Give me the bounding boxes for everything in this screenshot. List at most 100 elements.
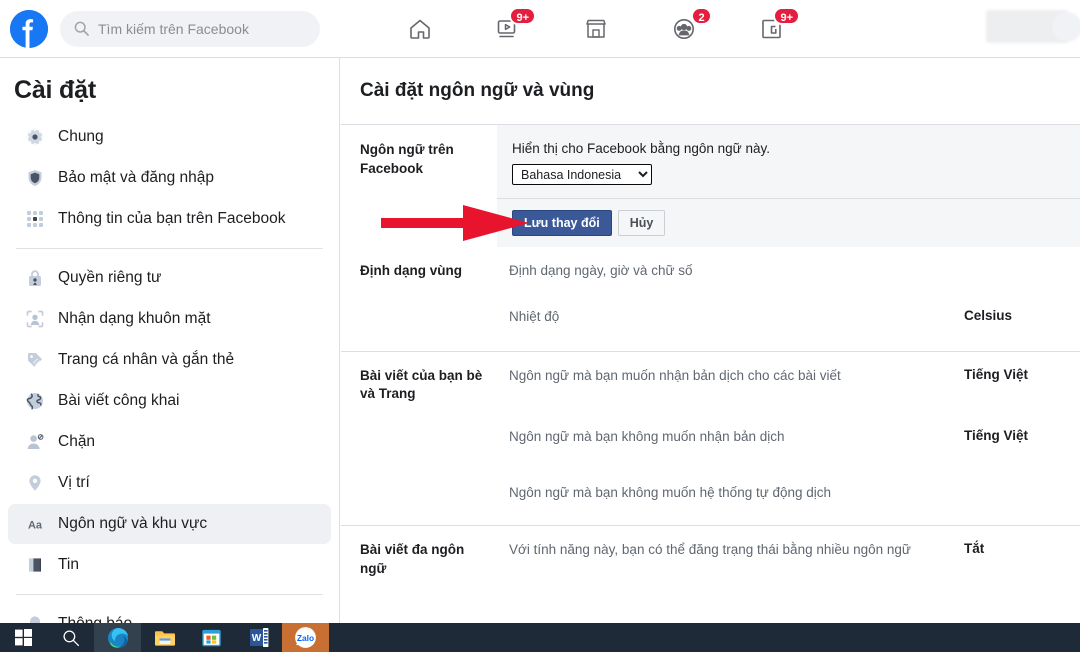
video-badge: 9+: [509, 7, 536, 25]
row-description[interactable]: Định dạng ngày, giờ và chữ số: [497, 247, 952, 293]
table-row: Nhiệt độ Celsius: [341, 293, 1080, 351]
row-label: Định dạng vùng: [341, 247, 497, 293]
groups-badge: 2: [691, 7, 712, 25]
save-changes-button[interactable]: Lưu thay đổi: [512, 210, 612, 236]
facebook-top-navigation-bar: 9+ 2: [0, 0, 1080, 58]
table-row: Ngôn ngữ mà bạn không muốn nhận bản dịch…: [341, 413, 1080, 469]
row-label: [341, 413, 497, 469]
sidebar-item-label: Vị trí: [58, 474, 90, 492]
facebook-language-settings-screen: 9+ 2: [0, 0, 1080, 652]
sidebar-item-nhan-dang-khuon-mat[interactable]: Nhận dạng khuôn mặt: [8, 299, 331, 339]
nav-home-button[interactable]: [376, 5, 464, 53]
sidebar-item-label: Bảo mật và đăng nhập: [58, 169, 214, 187]
page-title: Cài đặt: [0, 68, 339, 117]
row-value: Tắt: [952, 526, 1080, 587]
taskbar-word-icon[interactable]: W: [235, 623, 282, 652]
row-value: [952, 469, 1080, 525]
shield-icon: [24, 167, 46, 189]
sidebar-item-chung[interactable]: Chung: [8, 117, 331, 157]
taskbar-file-explorer-icon[interactable]: [141, 623, 188, 652]
gear-icon: [24, 126, 46, 148]
windows-start-icon[interactable]: [0, 623, 47, 652]
sidebar-item-label: Tin: [58, 556, 79, 574]
globe-icon: [24, 390, 46, 412]
taskbar-edge-browser-icon[interactable]: [94, 623, 141, 652]
table-row: Ngôn ngữ mà bạn không muốn hệ thống tự đ…: [341, 469, 1080, 525]
sidebar-item-label: Ngôn ngữ và khu vực: [58, 515, 207, 533]
row-description[interactable]: Ngôn ngữ mà bạn không muốn nhận bản dịch: [497, 413, 952, 469]
facebook-logo[interactable]: [10, 10, 48, 48]
row-label: Bài viết đa ngôn ngữ: [341, 526, 497, 587]
nav-marketplace-button[interactable]: [552, 5, 640, 53]
language-action-buttons: Lưu thay đổi Hủy: [497, 199, 1080, 247]
lock-icon: [24, 267, 46, 289]
cancel-button[interactable]: Hủy: [618, 210, 666, 236]
row-value: Tiếng Việt: [952, 413, 1080, 469]
nav-groups-button[interactable]: 2: [640, 5, 728, 53]
row-description[interactable]: Với tính năng này, bạn có thể đăng trạng…: [497, 526, 952, 587]
sidebar-item-label: Bài viết công khai: [58, 392, 180, 410]
taskbar-microsoft-store-icon[interactable]: [188, 623, 235, 652]
row-label: [341, 469, 497, 525]
language-aa-icon: Aa: [24, 513, 46, 535]
row-description[interactable]: Nhiệt độ: [497, 293, 952, 351]
marketplace-icon: [583, 16, 609, 42]
sidebar-item-label: Thông tin của bạn trên Facebook: [58, 210, 285, 228]
sidebar-item-label: Thông báo: [58, 615, 132, 623]
sidebar-item-bao-mat[interactable]: Bảo mật và đăng nhập: [8, 158, 331, 198]
settings-sidebar: Cài đặt Chung: [0, 58, 340, 623]
row-value: Tiếng Việt: [952, 352, 1080, 413]
search-icon: [74, 21, 89, 36]
nav-gaming-button[interactable]: 9+: [728, 5, 816, 53]
settings-main-content: Cài đặt ngôn ngữ và vùng Ngôn ngữ trên F…: [341, 58, 1080, 623]
row-label: Bài viết của bạn bè và Trang: [341, 352, 497, 413]
taskbar-search-icon[interactable]: [47, 623, 94, 652]
table-row: Bài viết của bạn bè và Trang Ngôn ngữ mà…: [341, 352, 1080, 413]
nav-video-button[interactable]: 9+: [464, 5, 552, 53]
sidebar-item-label: Chung: [58, 128, 104, 146]
sidebar-divider: [16, 248, 323, 249]
facebook-language-panel: Hiển thị cho Facebook bằng ngôn ngữ này.…: [497, 125, 1080, 247]
sidebar-item-ngon-ngu-va-khu-vuc[interactable]: Aa Ngôn ngữ và khu vực: [8, 504, 331, 544]
person-block-icon: [24, 431, 46, 453]
sidebar-item-label: Chặn: [58, 433, 95, 451]
sidebar-item-chan[interactable]: Chặn: [8, 422, 331, 462]
search-input[interactable]: [98, 21, 298, 37]
sidebar-item-thong-tin[interactable]: Thông tin của bạn trên Facebook: [8, 199, 331, 239]
row-value: Celsius: [952, 293, 1080, 351]
svg-text:Aa: Aa: [28, 520, 43, 532]
sidebar-item-tin[interactable]: Tin: [8, 545, 331, 585]
home-icon: [407, 16, 433, 42]
facebook-language-label: Ngôn ngữ trên Facebook: [341, 125, 497, 247]
sidebar-item-vi-tri[interactable]: Vị trí: [8, 463, 331, 503]
bell-icon: [24, 613, 46, 623]
tag-icon: [24, 349, 46, 371]
svg-text:W: W: [251, 633, 261, 644]
grid-dots-icon: [24, 208, 46, 230]
news-book-icon: [24, 554, 46, 576]
svg-text:Zalo: Zalo: [297, 633, 314, 643]
windows-taskbar: W Zalo: [0, 623, 1080, 652]
sidebar-item-label: Nhận dạng khuôn mặt: [58, 310, 211, 328]
sidebar-item-trang-ca-nhan[interactable]: Trang cá nhân và gắn thẻ: [8, 340, 331, 380]
language-select[interactable]: Bahasa IndonesiaTiếng ViệtEnglish (US): [512, 164, 652, 185]
search-bar[interactable]: [60, 11, 320, 47]
taskbar-zalo-icon[interactable]: Zalo: [282, 623, 329, 652]
face-recognition-icon: [24, 308, 46, 330]
section-title: Cài đặt ngôn ngữ và vùng: [341, 58, 1080, 102]
facebook-language-row: Ngôn ngữ trên Facebook Hiển thị cho Face…: [341, 125, 1080, 247]
sidebar-item-thong-bao[interactable]: Thông báo: [8, 604, 331, 623]
avatar[interactable]: [1052, 12, 1080, 42]
table-row: Bài viết đa ngôn ngữ Với tính năng này, …: [341, 526, 1080, 587]
facebook-language-caption: Hiển thị cho Facebook bằng ngôn ngữ này.: [512, 141, 1080, 156]
sidebar-item-label: Trang cá nhân và gắn thẻ: [58, 351, 234, 369]
row-label: [341, 293, 497, 351]
gaming-badge: 9+: [773, 7, 800, 25]
sidebar-item-quyen-rieng-tu[interactable]: Quyền riêng tư: [8, 258, 331, 298]
row-description[interactable]: Ngôn ngữ mà bạn muốn nhận bản dịch cho c…: [497, 352, 952, 413]
location-pin-icon: [24, 472, 46, 494]
sidebar-item-label: Quyền riêng tư: [58, 269, 161, 287]
nav-icon-group: 9+ 2: [376, 5, 816, 53]
sidebar-item-bai-viet-cong-khai[interactable]: Bài viết công khai: [8, 381, 331, 421]
row-description[interactable]: Ngôn ngữ mà bạn không muốn hệ thống tự đ…: [497, 469, 952, 525]
